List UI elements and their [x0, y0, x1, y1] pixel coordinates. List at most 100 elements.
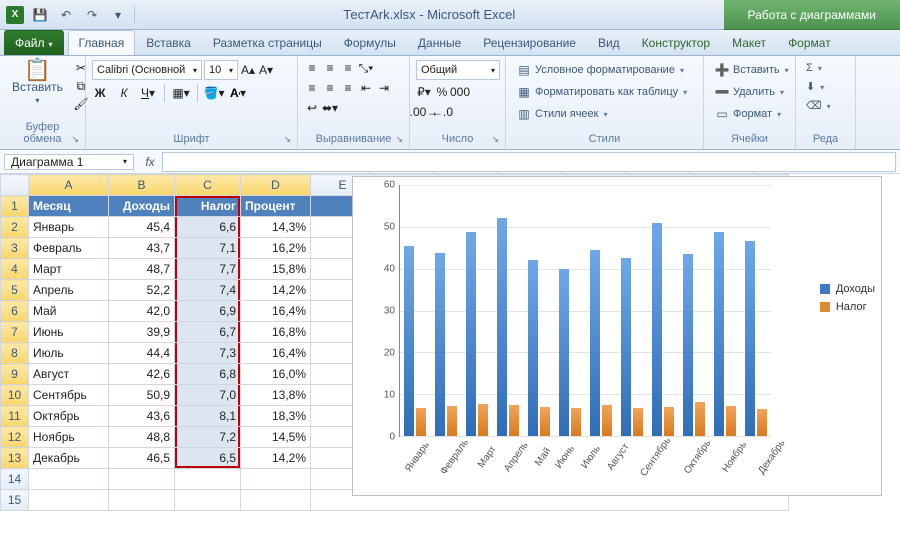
comma-icon[interactable]: 000	[452, 84, 468, 100]
cell[interactable]: 6,5	[175, 448, 241, 469]
cell[interactable]: Декабрь	[29, 448, 109, 469]
fill-button[interactable]: ⬇	[802, 78, 828, 95]
bar-income[interactable]	[528, 260, 538, 436]
row-header[interactable]: 10	[1, 385, 29, 406]
cell[interactable]: 13,8%	[241, 385, 311, 406]
cell[interactable]: 7,0	[175, 385, 241, 406]
paste-button[interactable]: 📋 Вставить ▾	[6, 60, 69, 107]
cell[interactable]: 43,7	[109, 238, 175, 259]
cell[interactable]: 39,9	[109, 322, 175, 343]
bar-income[interactable]	[497, 218, 507, 436]
increase-font-icon[interactable]: A▴	[240, 62, 256, 78]
cell[interactable]: 44,4	[109, 343, 175, 364]
clear-button[interactable]: ⌫	[802, 97, 835, 114]
decrease-decimal-icon[interactable]: ←.0	[434, 104, 450, 120]
bar-income[interactable]	[714, 232, 724, 436]
tab-view[interactable]: Вид	[587, 30, 631, 55]
row-header[interactable]: 7	[1, 322, 29, 343]
undo-icon[interactable]: ↶	[56, 5, 76, 25]
tab-chart-format[interactable]: Формат	[777, 30, 842, 55]
cell[interactable]: Апрель	[29, 280, 109, 301]
cell[interactable]: Процент	[241, 196, 311, 217]
dialog-launcher-icon[interactable]: ↘	[283, 134, 291, 145]
cell[interactable]: 16,4%	[241, 301, 311, 322]
cell[interactable]: 14,3%	[241, 217, 311, 238]
decrease-font-icon[interactable]: A▾	[258, 62, 274, 78]
tab-chart-design[interactable]: Конструктор	[631, 30, 721, 55]
cell[interactable]: 48,8	[109, 427, 175, 448]
cell[interactable]: 8,1	[175, 406, 241, 427]
bar-tax[interactable]	[509, 405, 519, 436]
cell[interactable]: 16,8%	[241, 322, 311, 343]
percent-icon[interactable]: %	[434, 84, 450, 100]
font-color-icon[interactable]: A▾	[230, 85, 246, 101]
cell[interactable]: Январь	[29, 217, 109, 238]
dialog-launcher-icon[interactable]: ↘	[491, 134, 499, 145]
insert-cells-button[interactable]: ➕Вставить	[710, 60, 793, 80]
plot-area[interactable]: 0102030405060	[371, 185, 771, 437]
tab-chart-layout[interactable]: Макет	[721, 30, 777, 55]
conditional-formatting-button[interactable]: ▤Условное форматирование	[512, 60, 688, 80]
row-header[interactable]: 14	[1, 469, 29, 490]
tab-insert[interactable]: Вставка	[135, 30, 202, 55]
name-box[interactable]: Диаграмма 1▾	[4, 154, 134, 170]
bar-income[interactable]	[590, 250, 600, 436]
tab-home[interactable]: Главная	[68, 30, 136, 55]
decrease-indent-icon[interactable]: ⇤	[358, 80, 374, 96]
align-top-icon[interactable]: ≡	[304, 60, 320, 76]
align-bottom-icon[interactable]: ≡	[340, 60, 356, 76]
cell[interactable]: 50,9	[109, 385, 175, 406]
col-header[interactable]: A	[29, 175, 109, 196]
increase-decimal-icon[interactable]: .00→	[416, 104, 432, 120]
autosum-button[interactable]: Σ	[802, 60, 826, 76]
row-header[interactable]: 13	[1, 448, 29, 469]
legend-item-tax[interactable]: Налог	[820, 301, 875, 313]
cell[interactable]: Июль	[29, 343, 109, 364]
row-header[interactable]: 15	[1, 490, 29, 511]
qat-customize-icon[interactable]: ▾	[108, 5, 128, 25]
cell[interactable]: 43,6	[109, 406, 175, 427]
formula-bar[interactable]	[162, 152, 896, 172]
bar-tax[interactable]	[602, 405, 612, 436]
merge-icon[interactable]: ⬌▾	[322, 100, 338, 116]
bar-tax[interactable]	[664, 407, 674, 436]
cell[interactable]: 14,5%	[241, 427, 311, 448]
select-all-corner[interactable]	[1, 175, 29, 196]
row-header[interactable]: 4	[1, 259, 29, 280]
cell[interactable]: 15,8%	[241, 259, 311, 280]
cell[interactable]: Ноябрь	[29, 427, 109, 448]
align-left-icon[interactable]: ≡	[304, 80, 320, 96]
cell[interactable]: 46,5	[109, 448, 175, 469]
bar-tax[interactable]	[447, 406, 457, 436]
row-header[interactable]: 2	[1, 217, 29, 238]
cell[interactable]: 16,2%	[241, 238, 311, 259]
currency-icon[interactable]: ₽▾	[416, 84, 432, 100]
cell[interactable]: Налог	[175, 196, 241, 217]
row-header[interactable]: 5	[1, 280, 29, 301]
row-header[interactable]: 12	[1, 427, 29, 448]
cell[interactable]: 6,9	[175, 301, 241, 322]
cell[interactable]: Май	[29, 301, 109, 322]
cell[interactable]: Месяц	[29, 196, 109, 217]
row-header[interactable]: 3	[1, 238, 29, 259]
cell[interactable]: 42,6	[109, 364, 175, 385]
bar-income[interactable]	[404, 246, 414, 436]
cell[interactable]: 6,8	[175, 364, 241, 385]
cell[interactable]: 7,3	[175, 343, 241, 364]
cell[interactable]: Август	[29, 364, 109, 385]
cell-styles-button[interactable]: ▥Стили ячеек	[512, 104, 612, 124]
cell[interactable]: Июнь	[29, 322, 109, 343]
row-header[interactable]: 11	[1, 406, 29, 427]
legend-item-income[interactable]: Доходы	[820, 283, 875, 295]
tab-data[interactable]: Данные	[407, 30, 472, 55]
italic-icon[interactable]: К	[116, 85, 132, 101]
bar-income[interactable]	[466, 232, 476, 436]
cell[interactable]: 42,0	[109, 301, 175, 322]
tab-review[interactable]: Рецензирование	[472, 30, 587, 55]
cell[interactable]: Февраль	[29, 238, 109, 259]
row-header[interactable]: 9	[1, 364, 29, 385]
embedded-chart[interactable]: 0102030405060	[352, 176, 882, 496]
bar-income[interactable]	[652, 223, 662, 436]
cell[interactable]: 16,4%	[241, 343, 311, 364]
redo-icon[interactable]: ↷	[82, 5, 102, 25]
